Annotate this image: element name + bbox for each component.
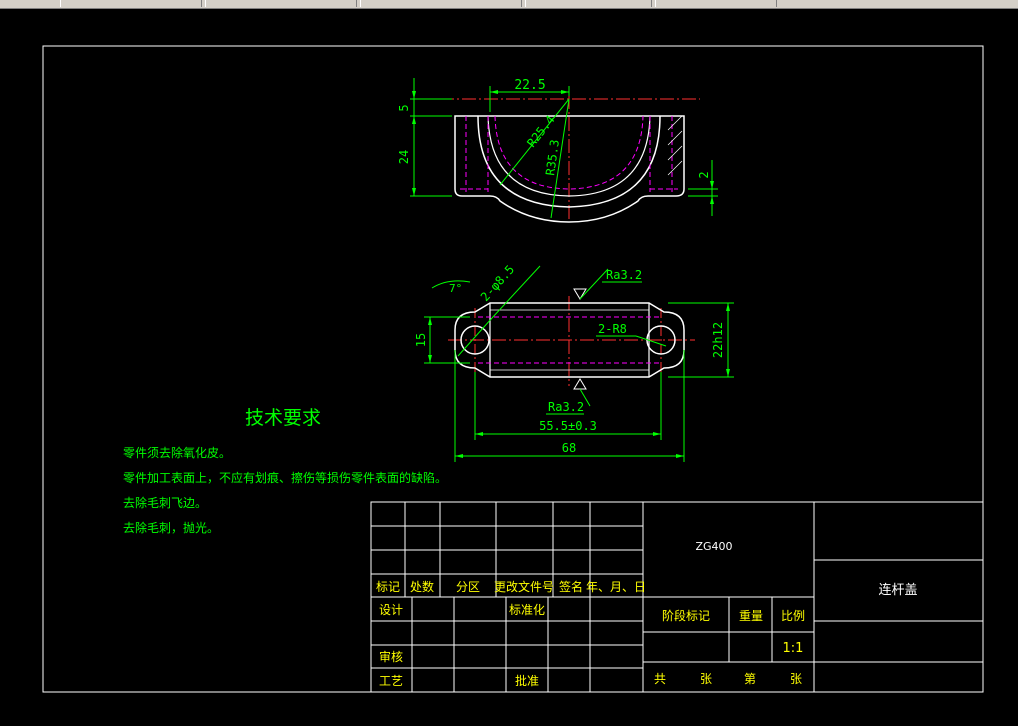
arrowhead — [653, 432, 661, 436]
overall-length-label: 68 — [562, 441, 576, 455]
arrowhead — [412, 116, 416, 124]
ends-radius-label: 2-R8 — [598, 322, 627, 336]
technical-requirements: 技术要求 零件须去除氧化皮。 零件加工表面上，不应有划痕、擦伤等损伤零件表面的缺… — [123, 407, 447, 535]
roughness-top-label: Ra3.2 — [606, 268, 642, 282]
scale-label: 比例 — [781, 609, 805, 623]
arrowhead — [726, 369, 730, 377]
arrowhead — [412, 91, 416, 99]
drawing-border — [42, 45, 984, 693]
arrowhead — [428, 317, 432, 325]
note-item: 零件须去除氧化皮。 — [123, 445, 231, 460]
toolbar-segment — [360, 0, 522, 7]
dim-right-label: 2 — [697, 171, 711, 178]
standardize-label: 标准化 — [509, 603, 545, 617]
rev-header: 更改文件号 — [494, 579, 554, 594]
rev-header: 分区 — [456, 580, 480, 594]
dim-height-label: 24 — [397, 150, 411, 164]
radius-outer-label: R35.3 — [543, 139, 562, 177]
title-block-text: ZG400 连杆盖 标记 处数 分区 更改文件号 签名 年、月、日 设计 标准化… — [376, 540, 918, 688]
page-label: 第 — [744, 672, 756, 686]
design-label: 设计 — [379, 603, 403, 617]
rev-header: 签名 — [559, 579, 583, 594]
arrowhead — [710, 196, 714, 204]
rev-header: 标记 — [376, 580, 400, 594]
hole-spacing-label: 55.5±0.3 — [539, 419, 597, 433]
top-view: Ra3.2 Ra3.2 2-R8 2-φ8.5 7° 15 22h12 55.5… — [414, 262, 734, 462]
front-view: 22.5 5 24 2 R25.4 R35.3 — [397, 78, 718, 223]
note-item: 去除毛刺，抛光。 — [123, 520, 219, 535]
review-label: 审核 — [379, 649, 403, 664]
material-label: ZG400 — [695, 540, 732, 553]
toolbar-segment — [205, 0, 357, 7]
roughness-bottom-label: Ra3.2 — [548, 400, 584, 414]
arrowhead — [428, 355, 432, 363]
scale-value: 1:1 — [783, 641, 804, 656]
approve-label: 批准 — [515, 673, 539, 688]
note-item: 去除毛刺飞边。 — [123, 495, 207, 510]
toolbar-segment — [60, 0, 202, 7]
arrowhead — [726, 303, 730, 311]
dim-top-label: 5 — [397, 104, 411, 111]
cad-drawing-canvas[interactable]: 22.5 5 24 2 R25.4 R35.3 Ra3.2 Ra3.2 2-R8… — [0, 9, 1018, 726]
window-toolbar-strip — [0, 0, 1018, 9]
width-dim-label: 15 — [414, 333, 428, 347]
toolbar-segment — [525, 0, 652, 7]
rev-header: 处数 — [410, 579, 434, 594]
sheet2-label: 张 — [790, 672, 802, 686]
note-item: 零件加工表面上，不应有划痕、擦伤等损伤零件表面的缺陷。 — [123, 470, 447, 485]
notes-title: 技术要求 — [245, 407, 321, 429]
arrowhead — [475, 432, 483, 436]
weight-label: 重量 — [739, 609, 763, 623]
process-label: 工艺 — [379, 674, 403, 688]
arrowhead — [490, 90, 498, 94]
height-dim-label: 22h12 — [711, 322, 725, 358]
arrowhead — [561, 90, 569, 94]
part-name-label: 连杆盖 — [878, 582, 917, 598]
stage-mark-label: 阶段标记 — [662, 608, 710, 623]
roughness-symbol-bottom — [573, 378, 587, 390]
dim-width-label: 22.5 — [514, 78, 545, 93]
total-label: 共 — [654, 672, 666, 686]
arrowhead — [412, 188, 416, 196]
section-hatch — [667, 115, 683, 176]
arrowhead — [455, 454, 463, 458]
arrowhead — [676, 454, 684, 458]
roughness-leader — [579, 268, 609, 300]
sheet-label: 张 — [700, 672, 712, 686]
arrowhead — [710, 181, 714, 189]
toolbar-segment — [655, 0, 777, 7]
rev-header: 年、月、日 — [586, 580, 646, 594]
chamfer-label: 7° — [449, 282, 462, 295]
